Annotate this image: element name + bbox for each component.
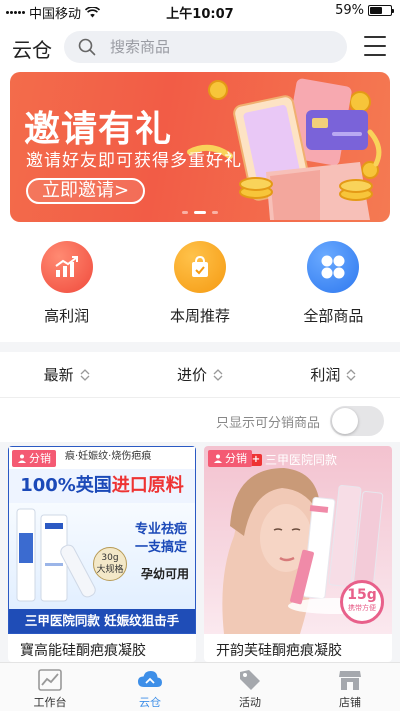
chart-up-icon bbox=[40, 241, 93, 293]
tab-activity[interactable]: 活动 bbox=[200, 663, 300, 711]
tab-label: 活动 bbox=[239, 696, 261, 709]
menu-icon bbox=[364, 36, 386, 38]
page-title: 云仓 bbox=[12, 38, 52, 62]
tab-label: 店铺 bbox=[339, 696, 361, 709]
bottom-tab-bar: 工作台 云仓 活动 店铺 bbox=[0, 662, 400, 711]
product-image: + 三甲医院同款 15g 携带方便 bbox=[204, 446, 392, 634]
product-grid: 痕·妊娠纹·烧伤疤痕 100%英国进口原料 专业祛疤 一支搞定 30g 大规格 孕幼… bbox=[0, 442, 400, 662]
tab-cloud-warehouse[interactable]: 云仓 bbox=[100, 663, 200, 711]
tab-store[interactable]: 店铺 bbox=[300, 663, 400, 711]
status-bar: 中国移动 上午10:07 59% bbox=[0, 0, 400, 22]
product-card[interactable]: 痕·妊娠纹·烧伤疤痕 100%英国进口原料 专业祛疤 一支搞定 30g 大规格 孕幼… bbox=[8, 446, 196, 662]
sort-cost[interactable]: 进价 bbox=[133, 352, 266, 397]
grid-icon bbox=[307, 241, 360, 293]
invite-banner[interactable]: 邀请有礼 邀请好友即可获得多重好礼 立即邀请> bbox=[10, 72, 390, 222]
image-headline: 100%英国进口原料 bbox=[9, 469, 195, 503]
banner-title: 邀请有礼 bbox=[24, 109, 173, 150]
invite-button[interactable]: 立即邀请> bbox=[26, 178, 146, 204]
header: 云仓 bbox=[0, 26, 400, 68]
product-title: 寶高能硅酮疤痕凝胶 bbox=[20, 643, 146, 659]
sort-latest[interactable]: 最新 bbox=[0, 352, 133, 397]
section-divider bbox=[0, 342, 400, 352]
menu-button[interactable] bbox=[364, 36, 386, 56]
quick-nav-label: 高利润 bbox=[44, 307, 90, 325]
image-claim-2: 孕幼可用 bbox=[140, 567, 189, 581]
battery-icon bbox=[368, 5, 394, 16]
sort-label: 最新 bbox=[43, 366, 74, 384]
quick-nav-high-profit[interactable]: 高利润 bbox=[0, 236, 133, 338]
people-icon bbox=[214, 454, 222, 463]
sort-arrows-icon bbox=[80, 368, 90, 381]
battery-percent: 59% bbox=[335, 3, 364, 18]
chart-icon bbox=[38, 669, 62, 691]
bag-icon bbox=[173, 241, 226, 293]
size-badge: 30g 大规格 bbox=[93, 547, 127, 581]
sort-label: 进价 bbox=[176, 366, 207, 384]
tab-label: 云仓 bbox=[139, 696, 161, 709]
size-badge: 15g 携带方便 bbox=[340, 580, 384, 624]
quick-nav-all[interactable]: 全部商品 bbox=[267, 236, 400, 338]
tab-label: 工作台 bbox=[33, 696, 67, 709]
sort-arrows-icon bbox=[346, 368, 356, 381]
tag-icon bbox=[240, 670, 260, 690]
image-footer: 三甲医院同款 妊娠纹狙击手 bbox=[9, 609, 195, 633]
sort-arrows-icon bbox=[213, 368, 223, 381]
distribution-toggle[interactable] bbox=[330, 406, 384, 436]
product-card[interactable]: + 三甲医院同款 15g 携带方便 分销 开韵芙硅酮疤痕凝胶 bbox=[204, 446, 392, 662]
sort-label: 利润 bbox=[310, 366, 341, 384]
sort-bar: 最新 进价 利润 bbox=[0, 352, 400, 398]
carousel-indicator bbox=[10, 211, 390, 214]
product-title: 开韵芙硅酮疤痕凝胶 bbox=[216, 643, 342, 659]
quick-nav: 高利润 本周推荐 全部商品 bbox=[0, 236, 400, 338]
sort-profit[interactable]: 利润 bbox=[267, 352, 400, 397]
tab-workbench[interactable]: 工作台 bbox=[0, 663, 100, 711]
cloud-icon bbox=[138, 671, 162, 687]
quick-nav-weekly[interactable]: 本周推荐 bbox=[133, 236, 266, 338]
distribution-tag: 分销 bbox=[208, 450, 252, 467]
status-right: 59% bbox=[335, 3, 394, 18]
distribution-filter: 只显示可分销商品 bbox=[0, 400, 400, 442]
product-image: 痕·妊娠纹·烧伤疤痕 100%英国进口原料 专业祛疤 一支搞定 30g 大规格 孕幼… bbox=[8, 446, 196, 634]
filter-label: 只显示可分销商品 bbox=[215, 415, 320, 431]
people-icon bbox=[18, 454, 26, 463]
store-icon bbox=[339, 671, 361, 690]
search-input[interactable] bbox=[110, 38, 310, 56]
image-claim: 专业祛疤 一支搞定 bbox=[134, 522, 187, 555]
distribution-tag: 分销 bbox=[12, 450, 56, 467]
image-caption: + 三甲医院同款 bbox=[250, 453, 338, 467]
search-icon bbox=[78, 38, 96, 56]
search-bar[interactable] bbox=[64, 31, 347, 63]
quick-nav-label: 全部商品 bbox=[303, 307, 364, 325]
banner-subtitle: 邀请好友即可获得多重好礼 bbox=[26, 151, 242, 171]
quick-nav-label: 本周推荐 bbox=[169, 307, 230, 325]
